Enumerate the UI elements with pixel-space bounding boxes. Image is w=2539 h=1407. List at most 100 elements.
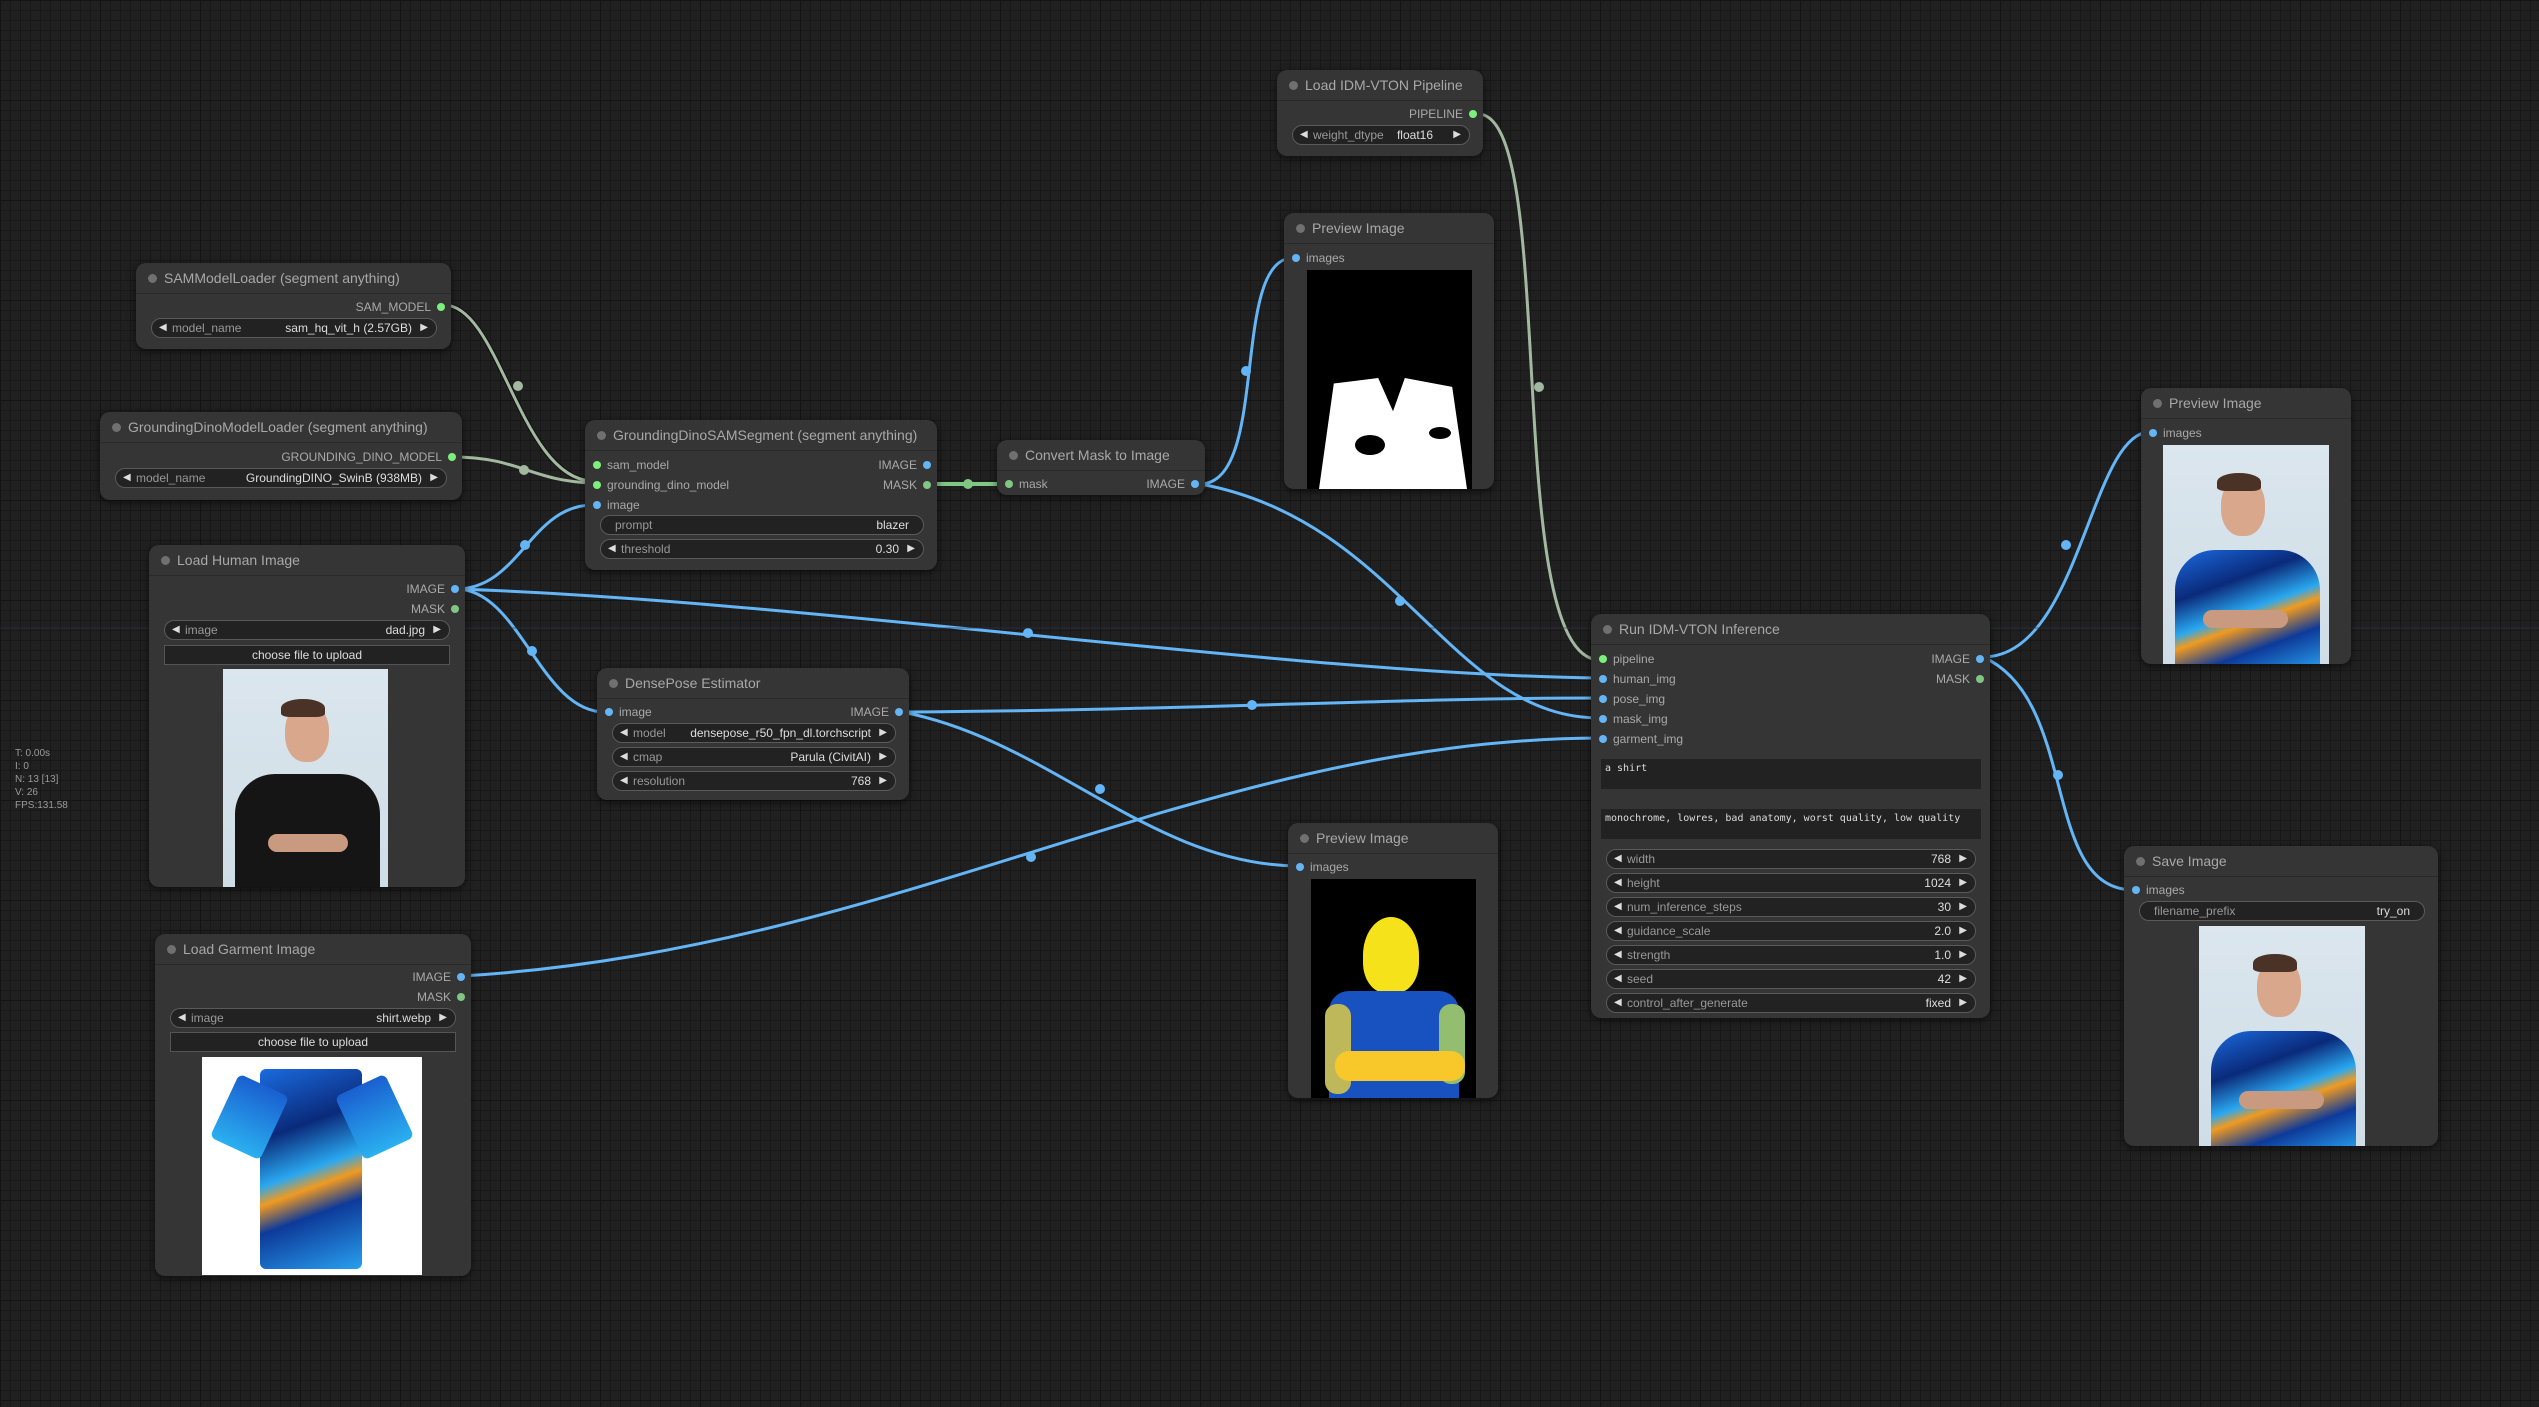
input-sam-model[interactable]: sam_model — [591, 457, 669, 473]
node-title[interactable]: Convert Mask to Image — [997, 440, 1205, 471]
output-pin[interactable] — [437, 303, 445, 311]
output-pin[interactable] — [895, 708, 903, 716]
output-pin[interactable] — [451, 585, 459, 593]
input-pin[interactable] — [593, 501, 601, 509]
increment-arrow-icon[interactable]: ▶ — [879, 772, 887, 790]
output-image[interactable]: IMAGE — [878, 457, 933, 473]
input-garment-img[interactable]: garment_img — [1597, 731, 1683, 747]
decrement-arrow-icon[interactable]: ◀ — [1614, 874, 1622, 892]
output-pin[interactable] — [457, 973, 465, 981]
input-image[interactable]: image — [603, 704, 652, 720]
increment-arrow-icon[interactable]: ▶ — [1959, 946, 1967, 964]
input-pin[interactable] — [1599, 675, 1607, 683]
node-preview-image-mask[interactable]: Preview Image images — [1284, 213, 1494, 489]
image-file-combo[interactable]: ◀ image shirt.webp ▶ — [170, 1008, 456, 1028]
input-images[interactable]: images — [1290, 250, 1345, 266]
decrement-arrow-icon[interactable]: ◀ — [608, 540, 616, 558]
decrement-arrow-icon[interactable]: ◀ — [1300, 126, 1308, 144]
output-image[interactable]: IMAGE — [412, 969, 467, 985]
collapse-dot[interactable] — [112, 423, 121, 432]
node-title[interactable]: Save Image — [2124, 846, 2438, 877]
increment-arrow-icon[interactable]: ▶ — [1453, 126, 1461, 144]
decrement-arrow-icon[interactable]: ◀ — [1614, 922, 1622, 940]
output-pin[interactable] — [1976, 655, 1984, 663]
control-after-generate-combo[interactable]: ◀ control_after_generate fixed ▶ — [1606, 993, 1976, 1013]
model-combo[interactable]: ◀ model densepose_r50_fpn_dl.torchscript ▶ — [612, 723, 896, 743]
model-name-combo[interactable]: ◀ model_name GroundingDINO_SwinB (938MB) ▶ — [115, 468, 447, 488]
output-pin[interactable] — [457, 993, 465, 1001]
collapse-dot[interactable] — [597, 431, 606, 440]
node-title[interactable]: SAMModelLoader (segment anything) — [136, 263, 451, 294]
input-pin[interactable] — [1599, 735, 1607, 743]
node-title[interactable]: Load Human Image — [149, 545, 465, 576]
input-pin[interactable] — [1599, 695, 1607, 703]
prompt-textarea[interactable]: a shirt — [1601, 759, 1981, 789]
node-title[interactable]: GroundingDinoSAMSegment (segment anythin… — [585, 420, 937, 451]
input-pin[interactable] — [605, 708, 613, 716]
output-pin[interactable] — [1191, 480, 1199, 488]
increment-arrow-icon[interactable]: ▶ — [439, 1009, 447, 1027]
node-sam-model-loader[interactable]: SAMModelLoader (segment anything) SAM_MO… — [136, 263, 451, 349]
decrement-arrow-icon[interactable]: ◀ — [620, 748, 628, 766]
height-stepper[interactable]: ◀ height 1024 ▶ — [1606, 873, 1976, 893]
increment-arrow-icon[interactable]: ▶ — [879, 724, 887, 742]
decrement-arrow-icon[interactable]: ◀ — [159, 319, 167, 337]
node-title[interactable]: Preview Image — [1284, 213, 1494, 244]
node-load-human-image[interactable]: Load Human Image IMAGE MASK ◀ image dad.jp… — [149, 545, 465, 887]
increment-arrow-icon[interactable]: ▶ — [907, 540, 915, 558]
input-grounding-dino-model[interactable]: grounding_dino_model — [591, 477, 729, 493]
output-mask[interactable]: MASK — [417, 989, 467, 1005]
input-pin[interactable] — [593, 481, 601, 489]
input-pin[interactable] — [2132, 886, 2140, 894]
node-save-image[interactable]: Save Image images filename_prefix try_on — [2124, 846, 2438, 1146]
collapse-dot[interactable] — [148, 274, 157, 283]
output-pin[interactable] — [1976, 675, 1984, 683]
output-pin[interactable] — [1469, 110, 1477, 118]
output-image[interactable]: IMAGE — [850, 704, 905, 720]
negative-prompt-textarea[interactable]: monochrome, lowres, bad anatomy, worst q… — [1601, 809, 1981, 839]
decrement-arrow-icon[interactable]: ◀ — [1614, 898, 1622, 916]
resolution-stepper[interactable]: ◀ resolution 768 ▶ — [612, 771, 896, 791]
input-images[interactable]: images — [1294, 859, 1349, 875]
output-pipeline[interactable]: PIPELINE — [1409, 106, 1479, 122]
collapse-dot[interactable] — [167, 945, 176, 954]
output-image[interactable]: IMAGE — [406, 581, 461, 597]
output-pin[interactable] — [448, 453, 456, 461]
increment-arrow-icon[interactable]: ▶ — [1959, 922, 1967, 940]
decrement-arrow-icon[interactable]: ◀ — [172, 621, 180, 639]
collapse-dot[interactable] — [2153, 399, 2162, 408]
seed-stepper[interactable]: ◀ seed 42 ▶ — [1606, 969, 1976, 989]
threshold-stepper[interactable]: ◀ threshold 0.30 ▶ — [600, 539, 924, 559]
collapse-dot[interactable] — [1289, 81, 1298, 90]
input-images[interactable]: images — [2130, 882, 2185, 898]
node-grounding-dino-loader[interactable]: GroundingDinoModelLoader (segment anythi… — [100, 412, 462, 500]
decrement-arrow-icon[interactable]: ◀ — [1614, 994, 1622, 1012]
input-pose-img[interactable]: pose_img — [1597, 691, 1665, 707]
output-mask[interactable]: MASK — [411, 601, 461, 617]
input-pin[interactable] — [1296, 863, 1304, 871]
increment-arrow-icon[interactable]: ▶ — [430, 469, 438, 487]
output-sam-model[interactable]: SAM_MODEL — [356, 299, 447, 315]
increment-arrow-icon[interactable]: ▶ — [1959, 898, 1967, 916]
node-convert-mask-to-image[interactable]: Convert Mask to Image mask IMAGE — [997, 440, 1205, 495]
filename-prefix-field[interactable]: filename_prefix try_on — [2139, 901, 2425, 921]
node-preview-image-pose[interactable]: Preview Image images — [1288, 823, 1498, 1098]
output-image[interactable]: IMAGE — [1931, 651, 1986, 667]
input-pin[interactable] — [1292, 254, 1300, 262]
increment-arrow-icon[interactable]: ▶ — [879, 748, 887, 766]
output-pin[interactable] — [451, 605, 459, 613]
collapse-dot[interactable] — [1296, 224, 1305, 233]
collapse-dot[interactable] — [609, 679, 618, 688]
output-image[interactable]: IMAGE — [1146, 476, 1201, 492]
input-pin[interactable] — [1599, 655, 1607, 663]
decrement-arrow-icon[interactable]: ◀ — [620, 772, 628, 790]
image-file-combo[interactable]: ◀ image dad.jpg ▶ — [164, 620, 450, 640]
input-pin[interactable] — [2149, 429, 2157, 437]
choose-file-button[interactable]: choose file to upload — [164, 645, 450, 665]
node-title[interactable]: Load Garment Image — [155, 934, 471, 965]
node-load-idm-vton-pipeline[interactable]: Load IDM-VTON Pipeline PIPELINE ◀ weight_… — [1277, 70, 1483, 156]
increment-arrow-icon[interactable]: ▶ — [433, 621, 441, 639]
node-title[interactable]: Preview Image — [2141, 388, 2351, 419]
input-mask-img[interactable]: mask_img — [1597, 711, 1668, 727]
output-pin[interactable] — [923, 481, 931, 489]
